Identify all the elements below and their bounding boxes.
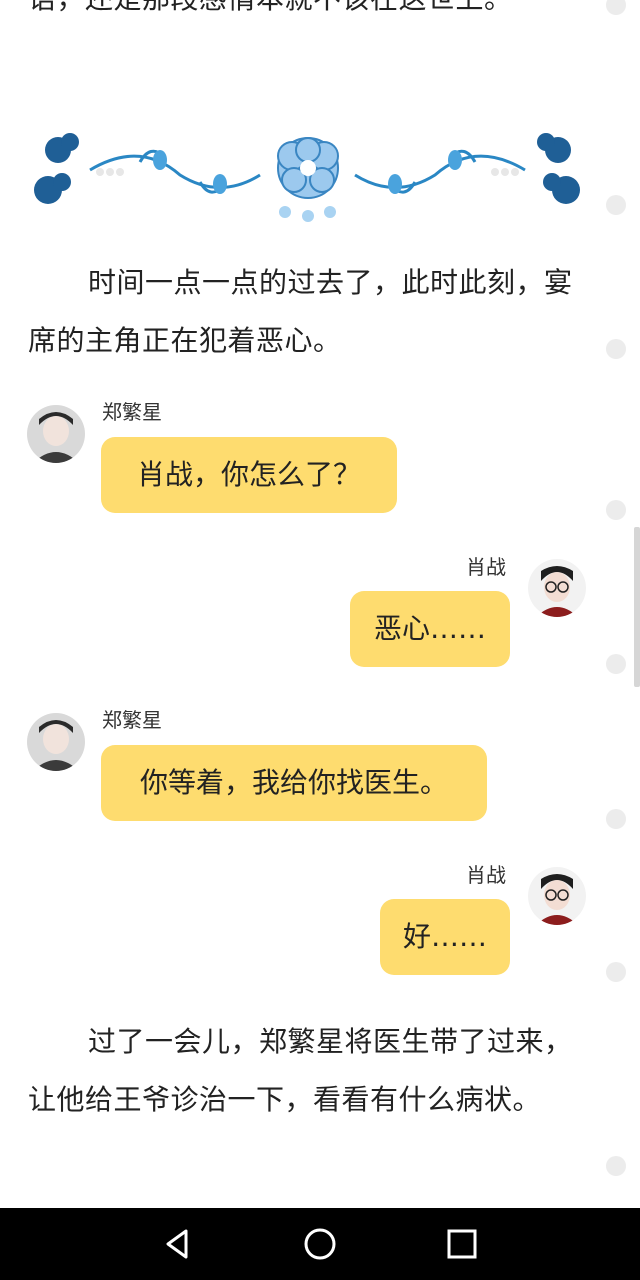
comment-dot[interactable] bbox=[606, 809, 626, 829]
story-paragraph: 过了一会儿，郑繁星将医生带了过来，让他给王爷诊治一下，看看有什么病状。 bbox=[28, 1025, 573, 1116]
avatar[interactable] bbox=[528, 867, 586, 925]
story-paragraph: 时间一点一点的过去了，此时此刻，宴席的主角正在犯着恶心。 bbox=[28, 266, 573, 357]
avatar[interactable] bbox=[528, 559, 586, 617]
comment-dot[interactable] bbox=[606, 1156, 626, 1176]
chat-bubble[interactable]: 肖战，你怎么了？ bbox=[101, 437, 397, 513]
portrait-avatar-icon bbox=[528, 867, 586, 925]
comment-dot[interactable] bbox=[606, 195, 626, 215]
recents-icon bbox=[447, 1229, 477, 1259]
portrait-avatar-icon bbox=[27, 713, 85, 771]
chat-bubble[interactable]: 恶心…… bbox=[350, 591, 510, 667]
comment-dot[interactable] bbox=[606, 962, 626, 982]
chat-sender-name: 肖战 bbox=[466, 863, 506, 887]
back-button[interactable] bbox=[160, 1226, 196, 1262]
navigation-bar bbox=[0, 1208, 640, 1280]
portrait-avatar-icon bbox=[27, 405, 85, 463]
floral-divider-ornament bbox=[34, 133, 580, 222]
comment-dot[interactable] bbox=[606, 500, 626, 520]
recents-button[interactable] bbox=[444, 1226, 480, 1262]
chat-sender-name: 郑繁星 bbox=[102, 400, 162, 424]
chat-bubble[interactable]: 好…… bbox=[380, 899, 510, 975]
reading-page: 语，还是那段感情本就不该在这世上。 时间一点一点 bbox=[0, 0, 640, 1208]
home-button[interactable] bbox=[302, 1226, 338, 1262]
story-paragraph-fragment: 语，还是那段感情本就不该在这世上。 bbox=[28, 0, 588, 28]
scrollbar[interactable] bbox=[634, 527, 640, 687]
avatar[interactable] bbox=[27, 713, 85, 771]
comment-dot[interactable] bbox=[606, 0, 626, 15]
chat-sender-name: 郑繁星 bbox=[102, 708, 162, 732]
home-icon bbox=[304, 1228, 336, 1260]
portrait-avatar-icon bbox=[528, 559, 586, 617]
comment-dot[interactable] bbox=[606, 654, 626, 674]
avatar[interactable] bbox=[27, 405, 85, 463]
chat-sender-name: 肖战 bbox=[466, 555, 506, 579]
comment-dot[interactable] bbox=[606, 339, 626, 359]
back-icon bbox=[166, 1229, 188, 1259]
chat-bubble[interactable]: 你等着，我给你找医生。 bbox=[101, 745, 487, 821]
